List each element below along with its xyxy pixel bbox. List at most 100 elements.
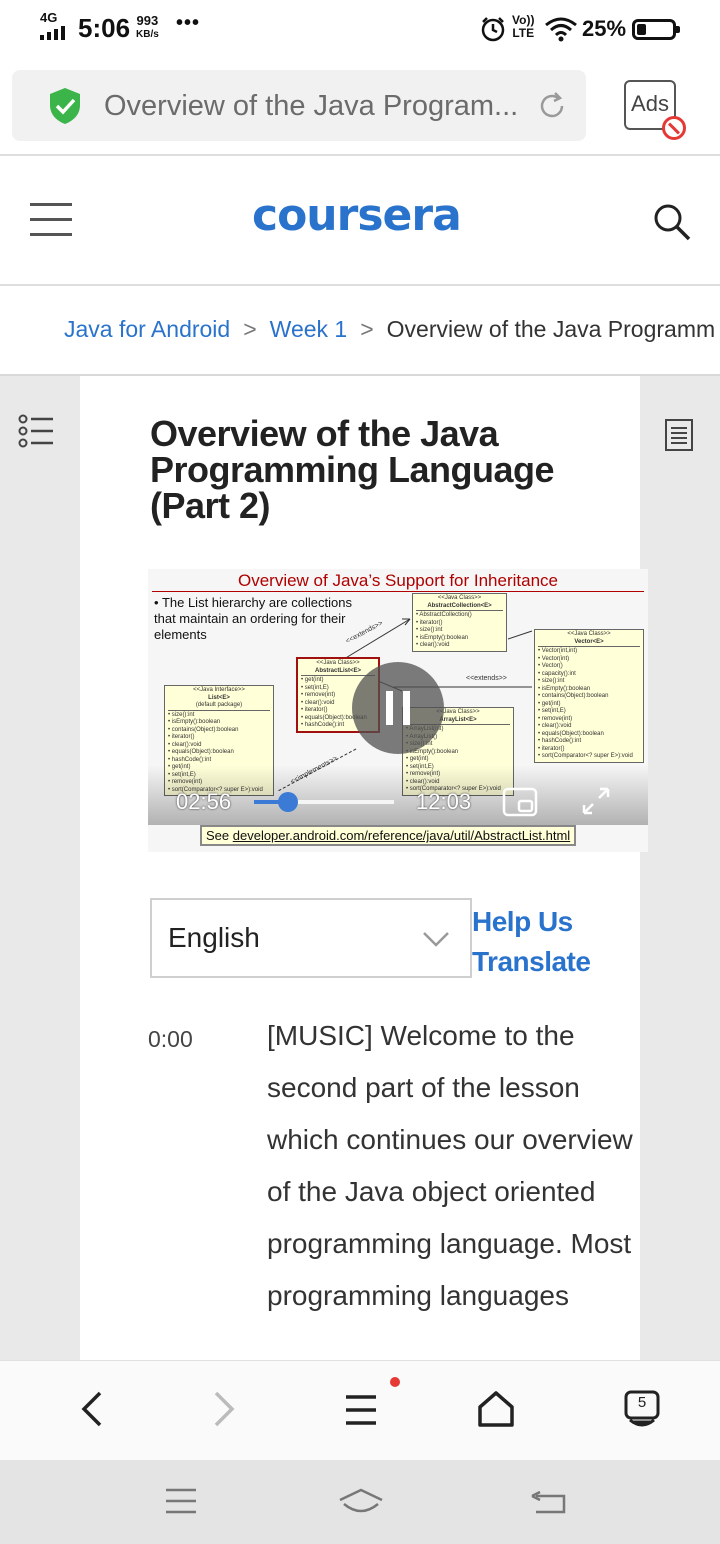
uml-member: • isEmpty():boolean bbox=[538, 685, 591, 692]
uml-member: • contains(Object):boolean bbox=[538, 693, 609, 699]
alarm-icon bbox=[481, 17, 505, 42]
transcript-timestamp[interactable]: 0:00 bbox=[148, 1026, 193, 1053]
uml-stereotype: <<Java Interface>> bbox=[193, 687, 245, 693]
back-icon[interactable] bbox=[76, 1389, 106, 1429]
breadcrumb-current: Overview of the Java Programm bbox=[386, 316, 716, 342]
uml-member: • iterator() bbox=[538, 745, 565, 752]
lesson-title: Overview of the Java Programming Languag… bbox=[150, 413, 555, 526]
signal-icon bbox=[40, 26, 70, 40]
uml-member: • iterator() bbox=[416, 619, 443, 626]
uml-member: • Vector() bbox=[538, 663, 563, 669]
uml-member: • size():int bbox=[168, 711, 195, 718]
browser-toolbar bbox=[0, 1360, 720, 1460]
divider bbox=[0, 154, 720, 156]
wifi-icon bbox=[545, 17, 577, 42]
transcript-text[interactable]: [MUSIC] Welcome to the second part of th… bbox=[267, 1010, 639, 1322]
duration: 12:03 bbox=[416, 789, 472, 814]
breadcrumb-course[interactable]: Java for Android bbox=[64, 316, 230, 342]
seek-thumb[interactable] bbox=[278, 792, 299, 812]
language-select[interactable]: English bbox=[150, 898, 472, 978]
uml-member: • set(int,E) bbox=[538, 708, 566, 714]
help-translate-link[interactable]: Help Us Translate bbox=[472, 902, 622, 982]
uml-member: • Vector(int,int) bbox=[538, 648, 578, 654]
tabs-button[interactable]: 5 bbox=[624, 1390, 660, 1430]
video-player[interactable]: Overview of Java’s Support for Inheritan… bbox=[148, 569, 648, 852]
system-home-icon[interactable] bbox=[338, 1488, 384, 1516]
uml-member: • iterator() bbox=[168, 734, 195, 740]
volte-bottom: LTE bbox=[512, 26, 535, 40]
forward-icon[interactable] bbox=[210, 1389, 240, 1429]
uml-member: • remove(int) bbox=[538, 715, 573, 722]
uml-extends-label: <<extends>> bbox=[466, 675, 507, 682]
recents-icon[interactable] bbox=[164, 1486, 198, 1516]
divider bbox=[0, 284, 720, 286]
uml-class-name: AbstractList<E> bbox=[301, 668, 375, 676]
ad-block-button[interactable]: Ads bbox=[624, 80, 686, 140]
language-value: English bbox=[168, 922, 260, 953]
pause-bar bbox=[403, 691, 410, 725]
uml-member: • isEmpty():boolean bbox=[406, 748, 459, 755]
uml-member: • AbstractCollection() bbox=[416, 612, 472, 618]
page-url-title[interactable]: Overview of the Java Program... bbox=[104, 90, 518, 123]
uml-member: • get(int) bbox=[406, 756, 429, 762]
uml-member: • capacity():int bbox=[538, 670, 576, 677]
secure-shield-icon bbox=[50, 88, 80, 124]
breadcrumb: Java for Android > Week 1 > Overview of the … bbox=[64, 316, 720, 343]
chevron-down-icon bbox=[423, 932, 449, 947]
block-icon bbox=[662, 116, 686, 140]
uml-member: • isEmpty():boolean bbox=[168, 719, 221, 725]
picture-in-picture-icon[interactable] bbox=[502, 787, 538, 817]
uml-member: • clear():void bbox=[416, 642, 450, 648]
browser-menu-icon[interactable] bbox=[344, 1393, 378, 1427]
uml-class-name: AbstractCollection<E> bbox=[416, 603, 503, 611]
status-bar: 4G 5:06 993 KB/s ••• Vo)) LTE 25% bbox=[0, 0, 720, 58]
uml-vector: <<Java Class>> Vector<E> • Vector(int,in… bbox=[534, 629, 644, 763]
menu-button[interactable] bbox=[30, 203, 72, 237]
notification-dot bbox=[390, 1377, 400, 1387]
uml-member: • contains(Object):boolean bbox=[168, 726, 239, 733]
uml-member: • size():int bbox=[416, 627, 443, 633]
uml-stereotype: <<Java Class>> bbox=[567, 631, 611, 637]
table-of-contents-icon[interactable] bbox=[18, 414, 54, 448]
uml-package: (default package) bbox=[168, 702, 270, 711]
coursera-logo[interactable]: coursera bbox=[252, 190, 462, 241]
seek-bar[interactable] bbox=[254, 800, 394, 804]
clock: 5:06 bbox=[78, 13, 131, 43]
uml-member: • clear():void bbox=[168, 741, 202, 748]
uml-member: • sort(Comparator<? super E>):void bbox=[538, 753, 633, 759]
uml-class-name: Vector<E> bbox=[538, 639, 640, 647]
network-type: 4G bbox=[40, 10, 58, 25]
battery-percent: 25% bbox=[582, 16, 627, 41]
pause-bar bbox=[386, 691, 393, 725]
battery-fill bbox=[637, 24, 646, 35]
slide-reference-link: See developer.android.com/reference/java… bbox=[200, 825, 577, 846]
overflow-dots: ••• bbox=[176, 12, 201, 34]
network-speed: 993 KB/s bbox=[136, 14, 159, 42]
uml-abstract-collection: <<Java Class>> AbstractCollection<E> • A… bbox=[412, 593, 507, 652]
link-prefix: See bbox=[206, 828, 233, 843]
reload-icon[interactable] bbox=[536, 90, 568, 122]
pause-button[interactable] bbox=[352, 662, 444, 754]
uml-stereotype: <<Java Class>> bbox=[437, 595, 482, 601]
uml-member: • clear():void bbox=[538, 723, 572, 729]
uml-member: • equals(Object):boolean bbox=[538, 730, 604, 737]
home-icon[interactable] bbox=[476, 1389, 516, 1429]
uml-member: • hashCode():int bbox=[168, 756, 212, 763]
fullscreen-icon[interactable] bbox=[580, 785, 612, 817]
uml-member: • isEmpty():boolean bbox=[416, 634, 469, 641]
transcript-notes-icon[interactable] bbox=[664, 418, 694, 452]
link-url: developer.android.com/reference/java/uti… bbox=[232, 828, 571, 843]
uml-member: • equals(Object):boolean bbox=[168, 749, 234, 755]
uml-class-name: List<E> bbox=[208, 694, 230, 701]
current-time: 02:56 bbox=[176, 789, 232, 814]
system-navigation-bar bbox=[0, 1460, 720, 1544]
chevron-right-icon: > bbox=[360, 316, 374, 342]
breadcrumb-week[interactable]: Week 1 bbox=[270, 316, 348, 342]
battery-icon bbox=[632, 19, 680, 40]
system-back-icon[interactable] bbox=[530, 1490, 568, 1516]
speed-value: 993 bbox=[136, 13, 159, 28]
uml-member: • size():int bbox=[538, 678, 565, 684]
address-bar[interactable]: Overview of the Java Program... bbox=[12, 70, 586, 141]
uml-member: • get(int) bbox=[538, 700, 561, 707]
search-icon[interactable] bbox=[652, 202, 692, 242]
